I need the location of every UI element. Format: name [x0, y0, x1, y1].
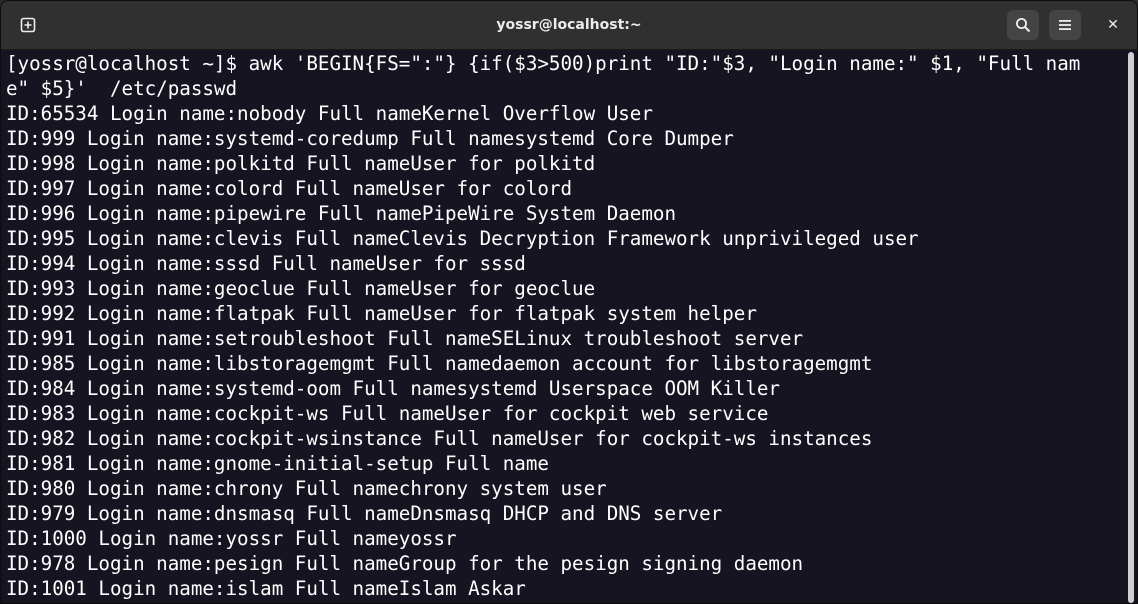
output-line: ID:994 Login name:sssd Full nameUser for… [6, 252, 526, 275]
search-icon [1015, 17, 1031, 33]
close-icon: ✕ [1107, 17, 1119, 33]
menu-button[interactable] [1049, 10, 1081, 40]
output-line: ID:983 Login name:cockpit-ws Full nameUs… [6, 402, 769, 425]
output-line: ID:997 Login name:colord Full nameUser f… [6, 177, 573, 200]
command-line-wrap: e" $5}' /etc/passwd [6, 77, 238, 100]
output-line: ID:1001 Login name:islam Full nameIslam … [6, 577, 526, 600]
output-line: ID:984 Login name:systemd-oom Full names… [6, 377, 780, 400]
terminal-window: yossr@localhost:~ ✕ [yossr@localhost ~]$… [0, 0, 1138, 604]
output-line: ID:978 Login name:pesign Full nameGroup … [6, 552, 804, 575]
output-line: ID:992 Login name:flatpak Full nameUser … [6, 302, 757, 325]
output-line: ID:982 Login name:cockpit-wsinstance Ful… [6, 427, 873, 450]
output-line: ID:981 Login name:gnome-initial-setup Fu… [6, 452, 549, 475]
close-button[interactable]: ✕ [1097, 10, 1129, 40]
output-line: ID:1000 Login name:yossr Full nameyossr [6, 527, 457, 550]
output-line: ID:995 Login name:clevis Full nameClevis… [6, 227, 919, 250]
output-line: ID:991 Login name:setroubleshoot Full na… [6, 327, 804, 350]
vertical-scrollbar[interactable] [1125, 50, 1137, 603]
hamburger-menu-icon [1058, 18, 1072, 32]
search-button[interactable] [1007, 10, 1039, 40]
output-line: ID:996 Login name:pipewire Full namePipe… [6, 202, 677, 225]
output-line: ID:65534 Login name:nobody Full nameKern… [6, 102, 653, 125]
output-line: ID:979 Login name:dnsmasq Full nameDnsma… [6, 502, 723, 525]
window-title: yossr@localhost:~ [496, 17, 642, 33]
output-line: ID:999 Login name:systemd-coredump Full … [6, 127, 734, 150]
output-line: ID:998 Login name:polkitd Full nameUser … [6, 152, 596, 175]
output-line: ID:985 Login name:libstoragemgmt Full na… [6, 352, 873, 375]
output-line: ID:993 Login name:geoclue Full nameUser … [6, 277, 596, 300]
titlebar: yossr@localhost:~ ✕ [1, 1, 1137, 50]
output-line: ID:980 Login name:chrony Full namechrony… [6, 477, 607, 500]
terminal-output[interactable]: [yossr@localhost ~]$ awk 'BEGIN{FS=":"} … [1, 50, 1125, 603]
command-line: [yossr@localhost ~]$ awk 'BEGIN{FS=":"} … [6, 52, 1081, 75]
scrollbar-thumb[interactable] [1128, 52, 1134, 603]
